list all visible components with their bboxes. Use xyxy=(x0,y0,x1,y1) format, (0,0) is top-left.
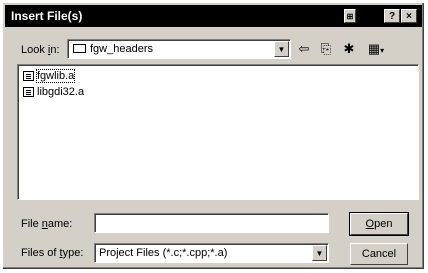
look-in-label: Look in: xyxy=(21,44,60,56)
close-button[interactable]: × xyxy=(401,9,417,23)
title-bar[interactable]: Insert File(s) ⊞ ? × xyxy=(5,5,422,27)
file-type-dropdown[interactable]: Project Files (*.c;*.cpp;*.a) ▼ xyxy=(94,243,329,263)
file-list[interactable]: fgwlib.a libgdi32.a xyxy=(17,64,419,200)
back-icon[interactable]: ⇦ xyxy=(294,40,314,58)
chevron-down-icon[interactable]: ▼ xyxy=(274,41,289,57)
up-folder-icon[interactable]: ⎘ xyxy=(316,40,336,58)
list-item[interactable]: fgwlib.a xyxy=(23,69,76,83)
dialog-title: Insert File(s) xyxy=(11,9,83,23)
look-in-dropdown[interactable]: fgw_headers ▼ xyxy=(67,39,291,59)
file-icon xyxy=(23,87,34,97)
view-menu-icon[interactable]: ▦▾ xyxy=(363,40,389,58)
system-menu-icon[interactable]: ⊞ xyxy=(344,9,356,23)
insert-file-dialog: Insert File(s) ⊞ ? × Look in: fgw_header… xyxy=(2,2,425,270)
file-name-label: File name: xyxy=(21,218,73,230)
list-item[interactable]: libgdi32.a xyxy=(23,85,84,99)
files-of-type-label: Files of type: xyxy=(21,247,84,259)
file-icon xyxy=(23,71,34,81)
look-in-value: fgw_headers xyxy=(90,43,153,55)
new-folder-icon[interactable]: ✱ xyxy=(339,40,359,58)
file-type-value: Project Files (*.c;*.cpp;*.a) xyxy=(99,247,228,259)
folder-icon xyxy=(73,44,86,53)
chevron-down-icon[interactable]: ▼ xyxy=(312,245,327,261)
file-name-input[interactable] xyxy=(94,213,329,233)
cancel-button[interactable]: Cancel xyxy=(350,243,408,265)
help-button[interactable]: ? xyxy=(384,9,400,23)
open-button[interactable]: Open xyxy=(349,212,409,236)
